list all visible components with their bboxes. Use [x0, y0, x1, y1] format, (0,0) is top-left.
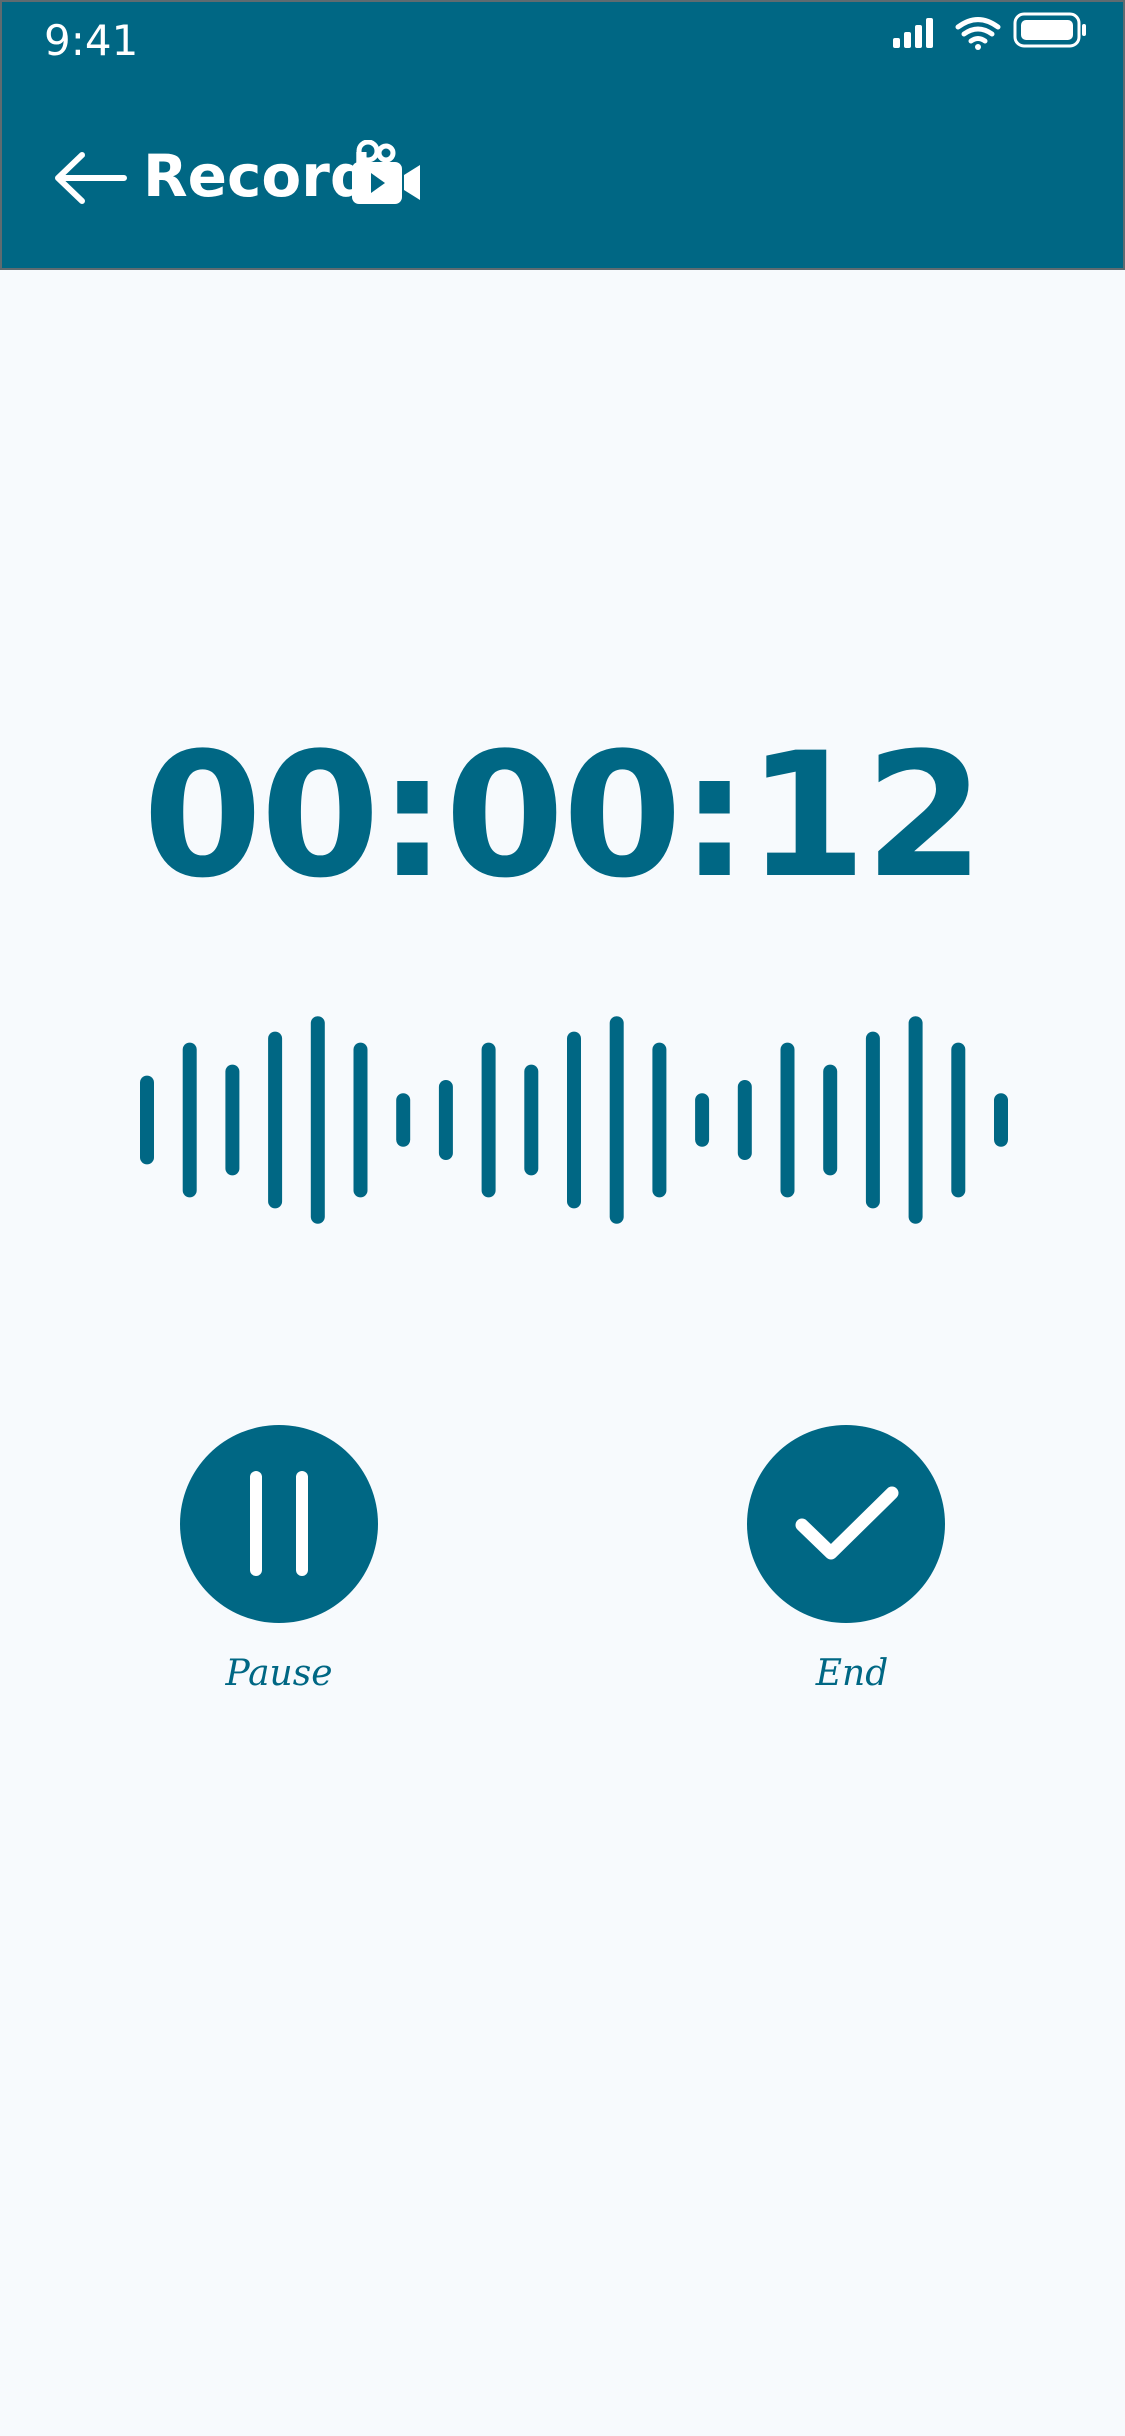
pause-label: Pause	[225, 1653, 333, 1694]
pause-icon	[250, 1471, 308, 1576]
pause-button[interactable]	[180, 1425, 378, 1623]
page-title: Record	[143, 142, 372, 210]
wifi-dot	[975, 44, 981, 50]
checkmark-icon	[795, 1486, 899, 1560]
status-time: 9:41	[44, 16, 139, 65]
arrow-left-icon	[55, 152, 127, 204]
wifi-icon	[955, 17, 1001, 44]
status-icons	[893, 12, 1113, 58]
end-label: End	[815, 1653, 889, 1694]
video-camera-icon	[352, 139, 422, 206]
end-button[interactable]	[747, 1425, 945, 1623]
recording-timer: 00:00:12	[142, 715, 985, 916]
audio-waveform	[140, 1016, 1008, 1224]
battery-icon	[1013, 12, 1086, 48]
app-header: 9:41 Record	[0, 0, 1125, 270]
signal-icon	[893, 18, 933, 48]
back-button[interactable]	[52, 147, 128, 209]
